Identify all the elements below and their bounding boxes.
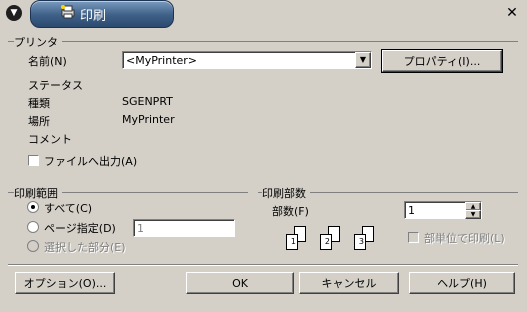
properties-button[interactable]: プロパティ(I)... bbox=[381, 49, 503, 73]
collate-page-1: 1 bbox=[286, 234, 298, 250]
options-button[interactable]: オプション(O)... bbox=[15, 272, 115, 294]
spin-down-icon[interactable]: ▼ bbox=[465, 210, 481, 219]
copies-count-value: 1 bbox=[408, 204, 415, 217]
comment-label: コメント bbox=[28, 133, 72, 146]
collate-checkbox[interactable] bbox=[408, 232, 419, 243]
printer-name-label: 名前(N) bbox=[28, 55, 67, 68]
cancel-button[interactable]: キャンセル bbox=[299, 272, 399, 294]
ok-button[interactable]: OK bbox=[186, 272, 294, 294]
range-selection-label[interactable]: 選択した部分(E) bbox=[44, 239, 126, 255]
collate-label[interactable]: 部単位で印刷(L) bbox=[424, 230, 505, 246]
print-to-file-label[interactable]: ファイルへ出力(A) bbox=[44, 153, 137, 169]
collate-page-2: 2 bbox=[320, 234, 332, 250]
chevron-down-icon[interactable]: ▼ bbox=[6, 5, 22, 21]
printer-group-label: プリンタ bbox=[14, 34, 62, 50]
range-all-radio[interactable] bbox=[27, 201, 39, 213]
printer-name-select[interactable]: <MyPrinter> ▼ bbox=[122, 51, 372, 69]
print-icon bbox=[61, 5, 75, 19]
dropdown-arrow-icon[interactable]: ▼ bbox=[355, 52, 371, 68]
range-selection-radio[interactable] bbox=[27, 240, 39, 252]
close-icon[interactable]: ✕ bbox=[503, 4, 521, 22]
collate-pages-illustration: 1 2 3 bbox=[286, 226, 396, 260]
type-label: 種類 bbox=[28, 97, 50, 110]
copies-count-spinner[interactable]: 1 ▲ ▼ bbox=[404, 201, 482, 219]
type-value: SGENPRT bbox=[122, 95, 173, 108]
printer-name-value: <MyPrinter> bbox=[126, 54, 198, 67]
button-separator bbox=[8, 264, 518, 266]
print-to-file-checkbox[interactable] bbox=[28, 155, 39, 166]
location-value: MyPrinter bbox=[122, 113, 175, 126]
copies-count-label: 部数(F) bbox=[272, 205, 309, 218]
print-range-group-label: 印刷範囲 bbox=[14, 185, 62, 201]
help-button[interactable]: ヘルプ(H) bbox=[409, 272, 515, 294]
location-label: 場所 bbox=[28, 115, 50, 128]
range-pages-label[interactable]: ページ指定(D) bbox=[44, 220, 116, 236]
title-bar: ▼ 印刷 ✕ bbox=[0, 0, 527, 28]
status-label: ステータス bbox=[28, 79, 83, 92]
range-pages-input[interactable]: 1 bbox=[133, 219, 235, 237]
range-pages-value: 1 bbox=[137, 222, 144, 235]
range-pages-radio[interactable] bbox=[27, 221, 39, 233]
range-all-label[interactable]: すべて(C) bbox=[44, 200, 92, 216]
copies-group-label: 印刷部数 bbox=[262, 185, 310, 201]
printer-group bbox=[8, 41, 518, 42]
collate-page-3: 3 bbox=[354, 234, 366, 250]
window-title: 印刷 bbox=[80, 9, 107, 24]
